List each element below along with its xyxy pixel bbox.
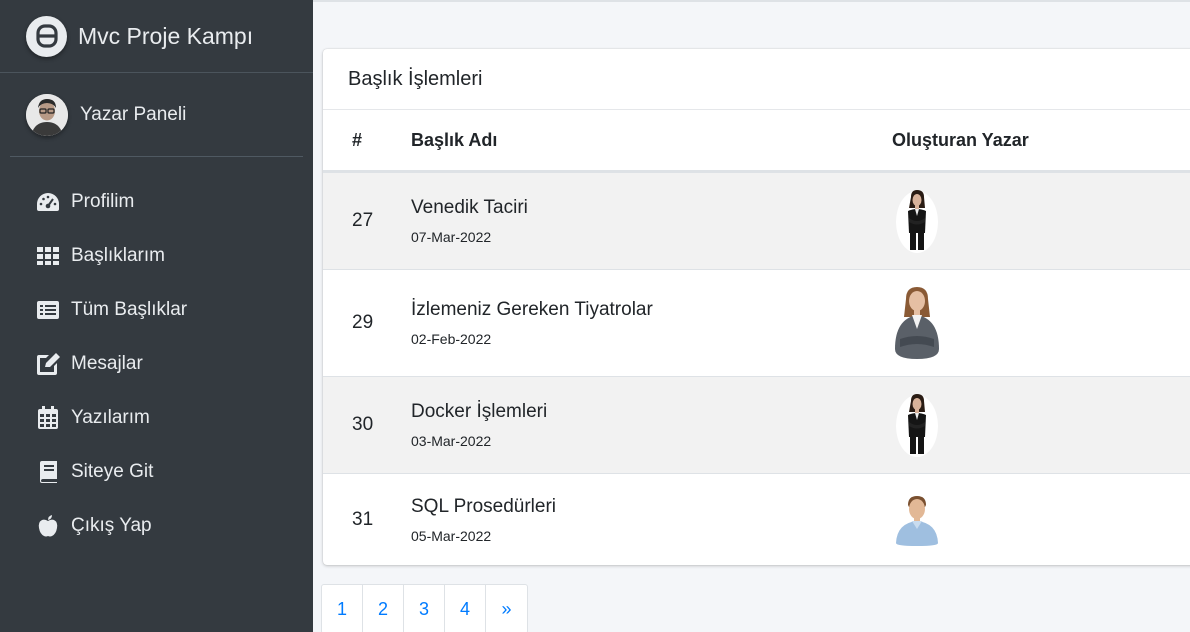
row-author-cell: [892, 392, 1190, 458]
card-title: Başlık İşlemleri: [323, 49, 1190, 110]
brand-link[interactable]: Mvc Proje Kampı: [0, 0, 313, 73]
page-link-2[interactable]: 2: [363, 585, 404, 632]
sidebar-item-label: Mesajlar: [71, 353, 143, 374]
row-title-cell: Venedik Taciri 07-Mar-2022: [411, 197, 892, 245]
row-title-cell: İzlemeniz Gereken Tiyatrolar 02-Feb-2022: [411, 299, 892, 347]
row-id: 31: [352, 508, 374, 530]
brand-logo-icon: [26, 15, 67, 57]
sidebar-item-profilim[interactable]: Profilim: [0, 175, 313, 229]
sidebar-item-label: Çıkış Yap: [71, 515, 152, 536]
author-avatar: [892, 188, 942, 254]
row-id: 27: [352, 210, 374, 231]
grid-icon: [35, 244, 61, 268]
table-row[interactable]: 31 SQL Prosedürleri 05-Mar-2022: [323, 473, 1190, 565]
row-id: 29: [352, 312, 374, 333]
sidebar-nav: Profilim Başlıklarım Tüm Başlıklar Mesaj…: [0, 175, 313, 553]
row-title-cell: SQL Prosedürleri 05-Mar-2022: [411, 496, 892, 544]
edit-icon: [35, 352, 61, 376]
sidebar-item-label: Yazılarım: [71, 407, 150, 428]
apple-icon: [35, 514, 61, 538]
row-id: 30: [352, 414, 374, 435]
table-row[interactable]: 29 İzlemeniz Gereken Tiyatrolar 02-Feb-2…: [323, 269, 1190, 376]
row-author-cell: [892, 188, 1190, 254]
page-link-4[interactable]: 4: [445, 585, 486, 632]
user-avatar: [26, 93, 68, 136]
sidebar-item-cikis-yap[interactable]: Çıkış Yap: [0, 499, 313, 553]
sidebar: Mvc Proje Kampı Yazar Paneli Profilim Ba…: [0, 0, 313, 632]
user-name: Yazar Paneli: [80, 103, 187, 125]
pagination: 1 2 3 4 »: [321, 584, 528, 632]
sidebar-item-label: Tüm Başlıklar: [71, 299, 188, 320]
brand-title: Mvc Proje Kampı: [78, 22, 254, 49]
row-title[interactable]: Docker İşlemleri: [411, 401, 892, 423]
book-icon: [35, 460, 61, 484]
sidebar-item-label: Siteye Git: [71, 461, 154, 482]
sidebar-item-label: Profilim: [71, 191, 135, 212]
row-author-cell: [892, 285, 1190, 361]
page-link-3[interactable]: 3: [404, 585, 445, 632]
list-icon: [35, 298, 61, 322]
author-avatar: [892, 493, 942, 547]
table-header: # Başlık Adı Oluşturan Yazar: [323, 110, 1190, 172]
row-author-cell: [892, 493, 1190, 547]
table-row[interactable]: 27 Venedik Taciri 07-Mar-2022: [323, 172, 1190, 269]
page-link-next[interactable]: »: [486, 585, 527, 632]
top-border: [313, 0, 1190, 2]
author-avatar: [892, 392, 942, 458]
column-header-title: Başlık Adı: [411, 129, 498, 150]
row-title[interactable]: Venedik Taciri: [411, 197, 892, 219]
row-date: 03-Mar-2022: [411, 433, 492, 449]
table-row[interactable]: 30 Docker İşlemleri 03-Mar-2022: [323, 376, 1190, 473]
column-header-author: Oluşturan Yazar: [892, 129, 1029, 150]
user-panel[interactable]: Yazar Paneli: [10, 73, 303, 157]
column-header-num: #: [352, 129, 363, 150]
row-date: 05-Mar-2022: [411, 527, 492, 544]
author-avatar: [892, 285, 942, 361]
page-link-1[interactable]: 1: [322, 585, 363, 632]
calendar-icon: [35, 406, 61, 430]
sidebar-item-basliklarim[interactable]: Başlıklarım: [0, 229, 313, 283]
row-title[interactable]: İzlemeniz Gereken Tiyatrolar: [411, 299, 892, 321]
sidebar-item-label: Başlıklarım: [71, 245, 165, 266]
dashboard-gauge-icon: [35, 190, 61, 214]
row-title-cell: Docker İşlemleri 03-Mar-2022: [411, 401, 892, 449]
row-date: 02-Feb-2022: [411, 331, 492, 347]
row-title[interactable]: SQL Prosedürleri: [411, 496, 892, 518]
sidebar-item-mesajlar[interactable]: Mesajlar: [0, 337, 313, 391]
row-date: 07-Mar-2022: [411, 229, 492, 245]
sidebar-item-siteye-git[interactable]: Siteye Git: [0, 445, 313, 499]
sidebar-item-yazilarim[interactable]: Yazılarım: [0, 391, 313, 445]
sidebar-item-tum-basliklar[interactable]: Tüm Başlıklar: [0, 283, 313, 337]
titles-card: Başlık İşlemleri # Başlık Adı Oluşturan …: [323, 49, 1190, 565]
